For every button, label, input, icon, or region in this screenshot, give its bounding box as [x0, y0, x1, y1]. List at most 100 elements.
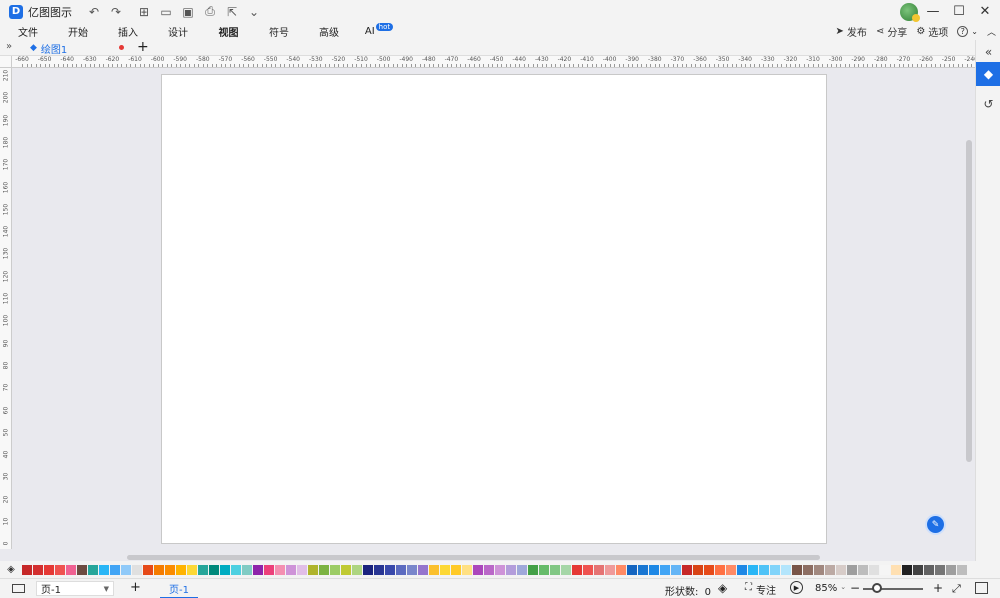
color-swatch[interactable] [770, 564, 780, 575]
color-swatch[interactable] [165, 564, 175, 575]
zoom-slider-handle[interactable] [872, 583, 882, 593]
color-swatch[interactable] [429, 564, 439, 575]
color-swatch[interactable] [66, 564, 76, 575]
color-swatch[interactable] [308, 564, 318, 575]
color-swatch[interactable] [99, 564, 109, 575]
color-swatch[interactable] [242, 564, 252, 575]
menu-item-3[interactable]: 设计 [153, 23, 203, 40]
close-button[interactable]: ✕ [972, 0, 998, 23]
color-swatch[interactable] [880, 564, 890, 575]
color-swatch[interactable] [638, 564, 648, 575]
color-swatch[interactable] [506, 564, 516, 575]
color-swatch[interactable] [814, 564, 824, 575]
color-swatch[interactable] [561, 564, 571, 575]
color-swatch[interactable] [44, 564, 54, 575]
color-swatch[interactable] [704, 564, 714, 575]
menu-item-7[interactable]: AI hot [354, 22, 404, 40]
export-button[interactable]: ⇱ [222, 2, 242, 22]
color-swatch[interactable] [957, 564, 967, 575]
color-swatch[interactable] [935, 564, 945, 575]
share-button[interactable]: ⋖ 分享 [876, 24, 907, 39]
color-swatch[interactable] [550, 564, 560, 575]
menu-item-1[interactable]: 开始 [53, 23, 103, 40]
color-swatch[interactable] [781, 564, 791, 575]
color-swatch[interactable] [143, 564, 153, 575]
add-page-button[interactable]: + [130, 580, 141, 595]
color-swatch[interactable] [869, 564, 879, 575]
color-swatch[interactable] [187, 564, 197, 575]
color-swatch[interactable] [396, 564, 406, 575]
color-swatch[interactable] [891, 564, 901, 575]
zoom-in-button[interactable]: + [933, 581, 943, 595]
undo-button[interactable]: ↶ [84, 2, 104, 22]
color-swatch[interactable] [462, 564, 472, 575]
color-swatch[interactable] [22, 564, 32, 575]
color-swatch[interactable] [451, 564, 461, 575]
layers-button[interactable]: ◈ [718, 581, 727, 595]
fill-style-button[interactable]: ◆ [976, 62, 1000, 86]
color-swatch[interactable] [231, 564, 241, 575]
color-swatch[interactable] [286, 564, 296, 575]
color-swatch[interactable] [473, 564, 483, 575]
color-swatch[interactable] [902, 564, 912, 575]
new-button[interactable]: ⊞ [134, 2, 154, 22]
color-swatch[interactable] [649, 564, 659, 575]
color-swatch[interactable] [132, 564, 142, 575]
color-swatch[interactable] [121, 564, 131, 575]
color-swatch[interactable] [352, 564, 362, 575]
color-swatch[interactable] [374, 564, 384, 575]
zoom-out-button[interactable]: − [850, 581, 860, 595]
color-swatch[interactable] [198, 564, 208, 575]
color-swatch[interactable] [924, 564, 934, 575]
maximize-button[interactable]: ☐ [946, 0, 972, 23]
color-swatch[interactable] [33, 564, 43, 575]
help-button[interactable]: ? ⌄ [957, 26, 978, 37]
color-swatch[interactable] [220, 564, 230, 575]
menu-item-2[interactable]: 插入 [103, 23, 153, 40]
publish-button[interactable]: ➤ 发布 [836, 24, 867, 39]
fullscreen-button[interactable] [975, 582, 988, 594]
color-swatch[interactable] [484, 564, 494, 575]
menu-item-0[interactable]: 文件 [3, 23, 53, 40]
color-swatch[interactable] [517, 564, 527, 575]
color-swatch[interactable] [715, 564, 725, 575]
drawing-canvas[interactable] [12, 68, 964, 549]
color-swatch[interactable] [528, 564, 538, 575]
color-swatch[interactable] [264, 564, 274, 575]
expand-panel-icon[interactable]: » [6, 41, 12, 52]
color-swatch[interactable] [440, 564, 450, 575]
color-swatch[interactable] [682, 564, 692, 575]
help-assistant-button[interactable]: ✎ [927, 516, 944, 533]
color-swatch[interactable] [946, 564, 956, 575]
menu-item-5[interactable]: 符号 [254, 23, 304, 40]
color-swatch[interactable] [418, 564, 428, 575]
color-swatch[interactable] [319, 564, 329, 575]
color-swatch[interactable] [297, 564, 307, 575]
menu-item-6[interactable]: 高级 [304, 23, 354, 40]
page-panel-button[interactable] [10, 579, 26, 598]
tab-document[interactable]: ◆ 绘图1 [30, 40, 128, 56]
zoom-select[interactable]: 85% ⌄ [815, 583, 846, 594]
page-tab[interactable]: 页-1 [160, 579, 198, 598]
color-swatch[interactable] [253, 564, 263, 575]
color-swatch[interactable] [341, 564, 351, 575]
vertical-scrollbar[interactable] [966, 140, 972, 462]
color-swatch[interactable] [627, 564, 637, 575]
minimize-button[interactable]: — [920, 0, 946, 23]
color-swatch[interactable] [913, 564, 923, 575]
color-swatch[interactable] [330, 564, 340, 575]
horizontal-scrollbar[interactable] [127, 555, 820, 560]
color-swatch[interactable] [77, 564, 87, 575]
color-swatch[interactable] [737, 564, 747, 575]
redo-button[interactable]: ↷ [106, 2, 126, 22]
color-swatch[interactable] [660, 564, 670, 575]
color-swatch[interactable] [407, 564, 417, 575]
history-button[interactable]: ↺ [976, 92, 1000, 116]
print-button[interactable]: ⎙ [200, 2, 220, 22]
play-button[interactable]: ▶ [790, 581, 803, 594]
avatar[interactable] [900, 3, 920, 22]
more-button[interactable]: ⌄ [244, 2, 264, 22]
color-swatch[interactable] [583, 564, 593, 575]
color-swatch[interactable] [55, 564, 65, 575]
color-swatch[interactable] [110, 564, 120, 575]
